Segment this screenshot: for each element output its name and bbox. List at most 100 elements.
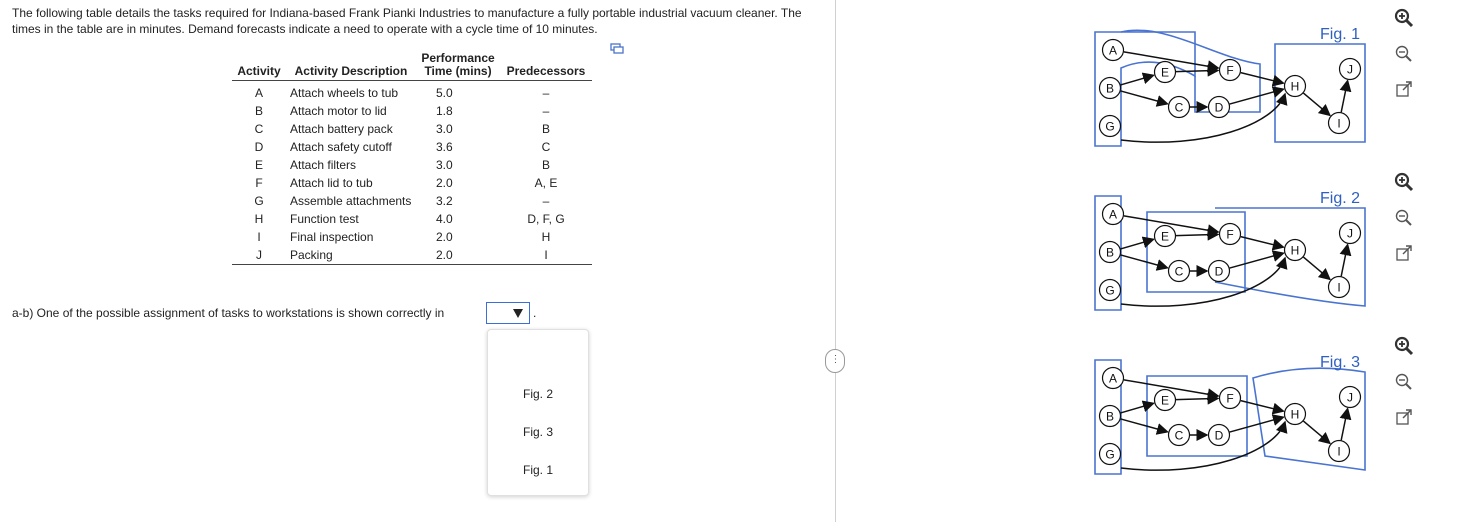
task-node-label: C xyxy=(1175,101,1184,115)
activity-cell: G xyxy=(254,194,264,208)
task-node-label: J xyxy=(1347,227,1353,241)
activity-cell: F xyxy=(255,176,263,190)
task-node-label: I xyxy=(1337,281,1340,295)
description-cell: Attach lid to tub xyxy=(290,176,373,190)
precedence-arrow xyxy=(1339,407,1352,441)
precedence-arrow xyxy=(1120,254,1169,271)
header-activity: Activity xyxy=(232,52,286,81)
time-cell: 3.6 xyxy=(436,140,453,154)
task-node-label: E xyxy=(1161,394,1169,408)
task-node-label: I xyxy=(1337,445,1340,459)
menu-option[interactable]: Fig. 1 xyxy=(488,463,588,477)
task-node-label: D xyxy=(1215,101,1224,115)
table-header-row: Activity Activity Description Performanc… xyxy=(232,52,592,81)
description-cell: Attach motor to lid xyxy=(290,104,387,118)
predecessor-cell: – xyxy=(542,86,550,100)
figure-select[interactable] xyxy=(486,302,530,324)
precedence-arrow xyxy=(1120,72,1155,86)
table-row: C Attach battery pack 3.0 B xyxy=(232,120,592,138)
table-row: F Attach lid to tub 2.0 A, E xyxy=(232,174,592,192)
task-node-label: H xyxy=(1291,244,1300,258)
zoom-in-icon[interactable] xyxy=(1394,336,1414,356)
precedence-arrow xyxy=(1175,392,1220,405)
open-external-icon[interactable] xyxy=(1394,244,1414,264)
task-node-label: D xyxy=(1215,265,1224,279)
predecessor-cell: I xyxy=(500,246,592,265)
figure-label: Fig. 1 xyxy=(1319,26,1360,43)
copy-icon[interactable] xyxy=(610,43,624,55)
header-predecessors: Predecessors xyxy=(500,52,592,81)
zoom-in-icon[interactable] xyxy=(1394,172,1414,192)
task-node-label: A xyxy=(1109,208,1117,222)
zoom-in-icon[interactable] xyxy=(1394,8,1414,28)
dropdown-menu: Fig. 2 Fig. 3 Fig. 1 xyxy=(487,329,589,496)
time-cell: 2.0 xyxy=(416,246,500,265)
precedence-arrow xyxy=(1302,420,1331,445)
menu-option[interactable]: Fig. 3 xyxy=(488,425,588,439)
predecessor-cell: D, F, G xyxy=(527,212,565,226)
figure-2-tools xyxy=(1394,172,1416,280)
task-node-label: D xyxy=(1215,429,1224,443)
table-row: A Attach wheels to tub 5.0 – xyxy=(232,81,592,103)
open-external-icon[interactable] xyxy=(1394,408,1414,428)
task-node-label: C xyxy=(1175,265,1184,279)
precedence-arrow xyxy=(1120,418,1169,435)
menu-option[interactable]: Fig. 2 xyxy=(488,387,588,401)
zoom-out-icon[interactable] xyxy=(1394,208,1414,228)
activity-cell: C xyxy=(254,122,264,136)
question-pane: The following table details the tasks re… xyxy=(0,0,835,522)
header-time: Performance Time (mins) xyxy=(416,52,500,81)
table-row: H Function test 4.0 D, F, G xyxy=(232,210,592,228)
precedence-arrow xyxy=(1229,414,1285,433)
figure-2: Fig. 2 A B G E C F D H J I xyxy=(1085,190,1370,317)
predecessor-cell: A, E xyxy=(534,176,558,190)
figure-1-tools xyxy=(1394,8,1416,116)
task-node-label: E xyxy=(1161,66,1169,80)
figure-3: Fig. 3 A B G E C F D H J I xyxy=(1085,354,1370,481)
precedence-arrow xyxy=(1240,71,1285,87)
task-table: Activity Activity Description Performanc… xyxy=(232,52,592,265)
task-node-label: I xyxy=(1337,117,1340,131)
precedence-arrow xyxy=(1339,79,1352,113)
time-cell: 2.0 xyxy=(436,230,453,244)
time-cell: 4.0 xyxy=(436,212,453,226)
zoom-out-icon[interactable] xyxy=(1394,44,1414,64)
precedence-arrow xyxy=(1175,228,1220,241)
task-node-label: G xyxy=(1105,448,1114,462)
precedence-arrow xyxy=(1339,243,1352,277)
description-cell: Function test xyxy=(290,212,359,226)
time-cell: 3.0 xyxy=(436,122,453,136)
time-cell: 3.2 xyxy=(436,194,453,208)
question-period: . xyxy=(533,306,537,320)
activity-cell: J xyxy=(232,246,286,265)
table-row: D Attach safety cutoff 3.6 C xyxy=(232,138,592,156)
task-node-label: F xyxy=(1226,64,1233,78)
precedence-diagram: A B G E C F D H J I xyxy=(1094,195,1366,311)
zoom-out-icon[interactable] xyxy=(1394,372,1414,392)
figure-label: Fig. 2 xyxy=(1319,190,1360,207)
pane-divider[interactable] xyxy=(835,0,836,522)
open-external-icon[interactable] xyxy=(1394,80,1414,100)
precedence-diagram: A B G E C F D H J I xyxy=(1094,29,1366,147)
time-cell: 2.0 xyxy=(436,176,453,190)
header-description: Activity Description xyxy=(286,52,416,81)
dropdown-arrow-icon[interactable] xyxy=(513,309,523,318)
description-cell: Attach safety cutoff xyxy=(290,140,392,154)
time-cell: 1.8 xyxy=(436,104,453,118)
description-cell: Assemble attachments xyxy=(290,194,412,208)
task-node-label: J xyxy=(1347,63,1353,77)
precedence-arrow xyxy=(1120,400,1155,414)
precedence-arrow xyxy=(1302,256,1331,281)
predecessor-cell: – xyxy=(542,104,550,118)
figure-label: Fig. 3 xyxy=(1319,354,1360,371)
predecessor-cell: B xyxy=(541,122,550,136)
task-node-label: A xyxy=(1109,372,1117,386)
activity-cell: I xyxy=(257,230,261,244)
task-node-label: E xyxy=(1161,230,1169,244)
description-cell: Attach battery pack xyxy=(290,122,393,136)
predecessor-cell: – xyxy=(542,194,550,208)
precedence-arrow xyxy=(1229,250,1285,269)
precedence-arrow xyxy=(1120,90,1169,107)
table-row: J Packing 2.0 I xyxy=(232,246,592,265)
pane-resize-handle[interactable]: ⋮ xyxy=(825,349,845,373)
